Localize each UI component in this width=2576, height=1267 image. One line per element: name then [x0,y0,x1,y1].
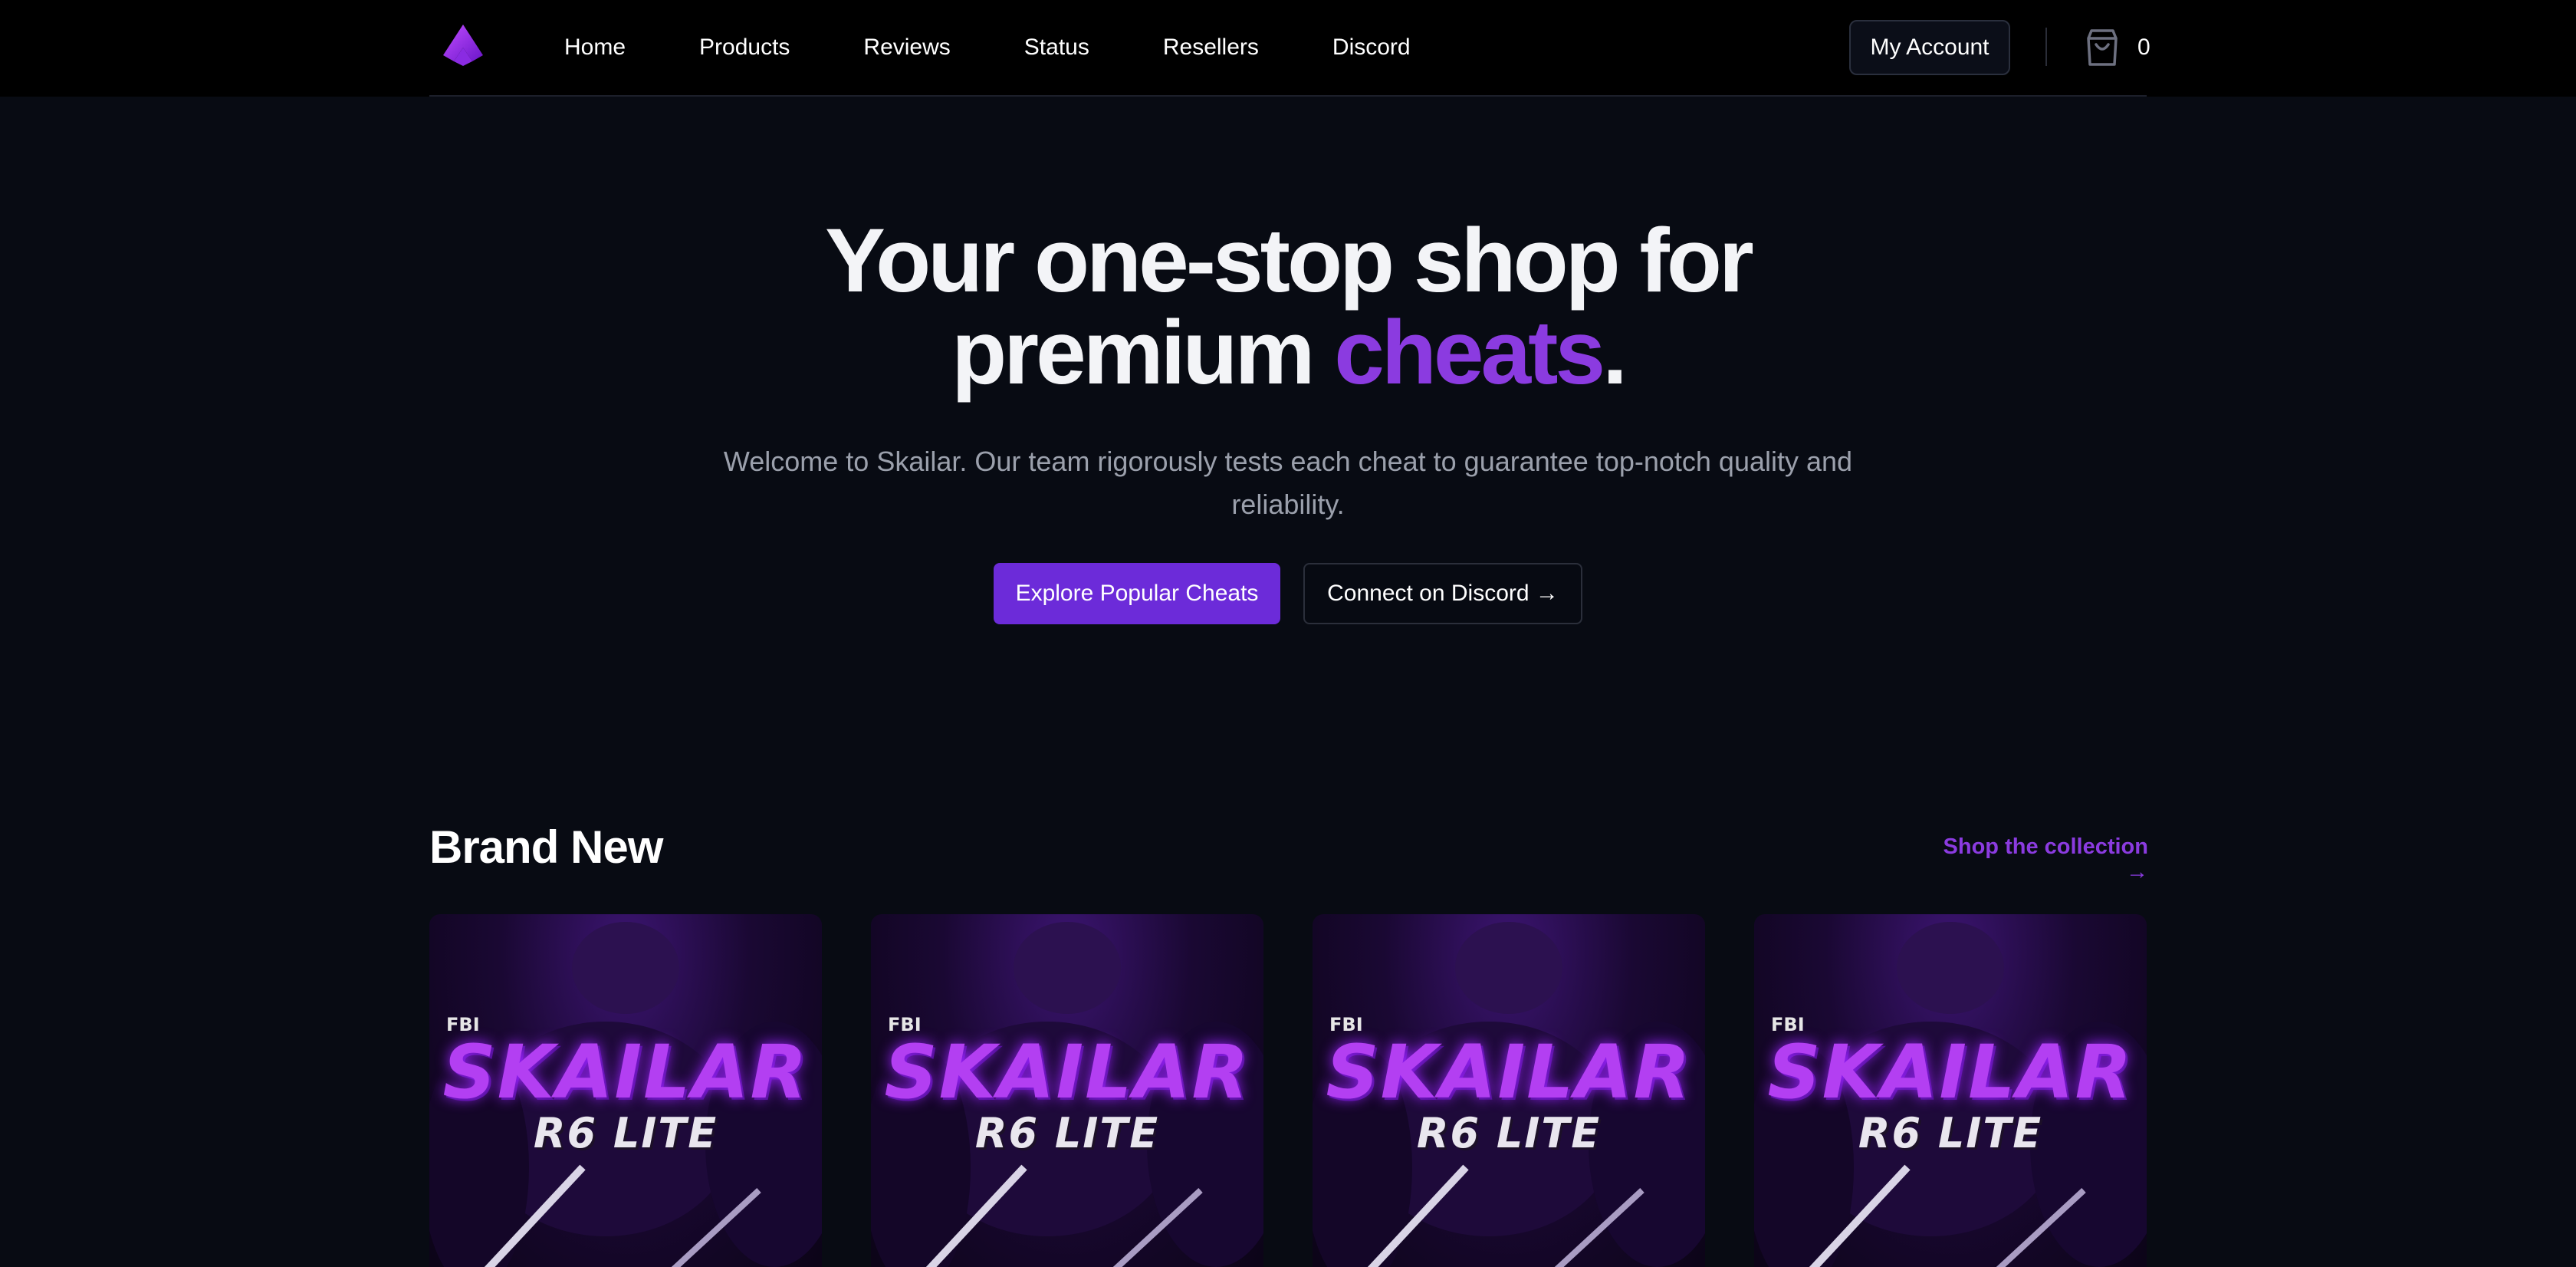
card-brand: SKAILAR [1326,1029,1692,1115]
hero-subtitle: Welcome to Skailar. Our team rigorously … [723,446,1853,520]
shop-collection-link[interactable]: Shop the collection → [1926,834,2148,885]
nav-link-home[interactable]: Home [564,35,626,61]
hero-title: Your one-stop shop for premium cheats. [0,215,2576,399]
section-title: Brand New [429,821,663,873]
nav-link-products[interactable]: Products [699,35,790,61]
hero-title-period: . [1602,302,1628,403]
my-account-button[interactable]: My Account [1849,20,2010,75]
nav-link-discord[interactable]: Discord [1332,35,1411,61]
main-nav: Home Products Reviews Status Resellers D… [564,0,1484,95]
top-navbar: Home Products Reviews Status Resellers D… [0,0,2576,97]
shopping-bag-icon [2087,29,2118,66]
page: Home Products Reviews Status Resellers D… [0,0,2576,1267]
product-grid: FBI SKAILAR R6 LITE FBI SKAILAR R6 LITE [429,914,2147,1267]
card-product-name: R6 LITE [1858,1109,2043,1157]
product-card[interactable]: FBI SKAILAR R6 LITE [429,914,822,1267]
card-product-name: R6 LITE [974,1109,1160,1157]
card-product-name: R6 LITE [1416,1109,1602,1157]
card-product-name: R6 LITE [533,1109,718,1157]
hero-title-accent: cheats [1334,302,1605,403]
skailar-logo-icon[interactable] [440,21,486,67]
nav-divider [2045,28,2047,66]
hero-title-line2: premium [951,302,1335,403]
nav-link-status[interactable]: Status [1024,35,1089,61]
navbar-inner: Home Products Reviews Status Resellers D… [429,0,2150,97]
hero-title-line1: Your one-stop shop for [825,210,1754,311]
nav-link-resellers[interactable]: Resellers [1163,35,1259,61]
cart-count: 0 [2137,35,2150,60]
card-brand: SKAILAR [442,1029,809,1115]
connect-on-discord-button[interactable]: Connect on Discord → [1303,563,1582,624]
product-card[interactable]: FBI SKAILAR R6 LITE [1754,914,2147,1267]
nav-link-reviews[interactable]: Reviews [863,35,950,61]
explore-popular-cheats-button[interactable]: Explore Popular Cheats [994,563,1280,624]
product-card[interactable]: FBI SKAILAR R6 LITE [1313,914,1705,1267]
product-card[interactable]: FBI SKAILAR R6 LITE [871,914,1263,1267]
cart-button[interactable]: 0 [2084,26,2150,69]
card-brand: SKAILAR [884,1029,1250,1115]
card-brand: SKAILAR [1767,1029,2134,1115]
